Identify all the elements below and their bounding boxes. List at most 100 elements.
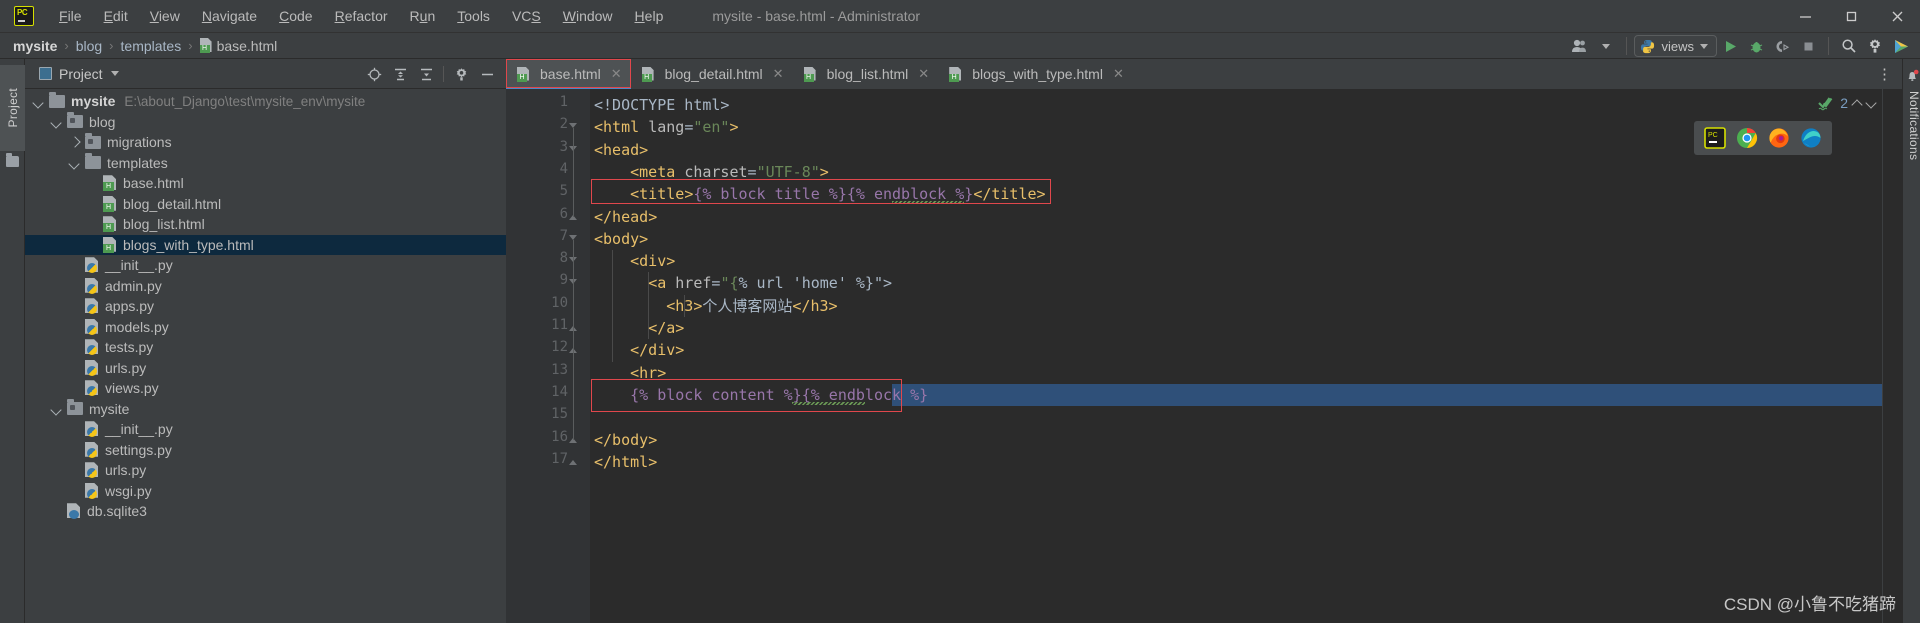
project-tree[interactable]: mysite E:\about_Django\test\mysite_env\my… <box>25 89 506 623</box>
tree-item-tests-py[interactable]: tests.py <box>25 337 506 358</box>
run-configuration-selector[interactable]: views <box>1634 35 1717 57</box>
menu-file[interactable]: File <box>48 4 93 28</box>
code-line[interactable]: <title>{% block title %}{% endblock %}</… <box>594 183 1045 205</box>
code-line[interactable]: <h3>个人博客网站</h3> <box>594 295 837 317</box>
chevron-down-icon[interactable] <box>51 403 62 414</box>
close-icon[interactable]: ✕ <box>1113 66 1124 82</box>
chevron-up-icon[interactable] <box>1853 99 1862 108</box>
code-line[interactable]: <a href="{% url 'home' %}"> <box>594 272 892 294</box>
editor-tab-blog-list-html[interactable]: blog_list.html ✕ <box>793 59 939 89</box>
tree-item-views-py[interactable]: views.py <box>25 378 506 399</box>
menu-view[interactable]: View <box>139 4 191 28</box>
menu-tools[interactable]: Tools <box>446 4 501 28</box>
chevron-down-icon[interactable] <box>110 71 119 76</box>
tree-item-db-sqlite3[interactable]: db.sqlite3 <box>25 501 506 522</box>
close-icon[interactable] <box>1874 0 1920 33</box>
collapse-all-icon[interactable] <box>413 61 439 87</box>
breadcrumb-item-0[interactable]: mysite <box>13 38 57 54</box>
close-icon[interactable]: ✕ <box>611 66 622 82</box>
chevron-down-icon[interactable] <box>33 96 44 107</box>
debug-icon[interactable] <box>1743 34 1769 58</box>
firefox-icon[interactable] <box>1768 127 1790 149</box>
breadcrumb-item-2[interactable]: templates <box>121 38 182 54</box>
code-line[interactable]: </body> <box>594 429 657 451</box>
tree-item-urls-py[interactable]: urls.py <box>25 358 506 379</box>
run-with-coverage-icon[interactable] <box>1769 34 1795 58</box>
user-account-icon[interactable] <box>1567 34 1593 58</box>
breadcrumb-item-1[interactable]: blog <box>76 38 102 54</box>
tree-item-settings-py[interactable]: settings.py <box>25 440 506 461</box>
inspection-scrollbar[interactable] <box>1882 89 1902 623</box>
tree-item-blogs-with-type-html[interactable]: blogs_with_type.html <box>25 234 506 255</box>
tree-item-templates[interactable]: templates <box>25 153 506 174</box>
expand-all-icon[interactable] <box>387 61 413 87</box>
tool-tab-project[interactable]: Project <box>0 65 25 151</box>
tree-item-blog-list-html[interactable]: blog_list.html <box>25 214 506 235</box>
user-dropdown-icon[interactable] <box>1593 34 1619 58</box>
tree-item-base-html[interactable]: base.html <box>25 173 506 194</box>
chrome-icon[interactable] <box>1736 127 1758 149</box>
code-line[interactable]: {% block content %}{% endblock %} <box>594 384 928 406</box>
select-opened-file-icon[interactable] <box>361 61 387 87</box>
tree-item--init-py[interactable]: __init__.py <box>25 255 506 276</box>
folder-icon[interactable] <box>6 153 19 167</box>
editor-tab-blogs-with-type-html[interactable]: blogs_with_type.html ✕ <box>938 59 1133 89</box>
tree-item-admin-py[interactable]: admin.py <box>25 276 506 297</box>
tree-item-mysite[interactable]: mysite <box>25 399 506 420</box>
code-content[interactable]: <!DOCTYPE html> <html lang="en"> <head> <m… <box>590 89 1902 623</box>
stop-icon[interactable] <box>1795 34 1821 58</box>
minimize-icon[interactable] <box>1782 0 1828 33</box>
pycharm-browser-icon[interactable]: PC <box>1704 127 1726 149</box>
tree-item-migrations[interactable]: migrations <box>25 132 506 153</box>
run-icon[interactable] <box>1717 34 1743 58</box>
code-line[interactable]: <head> <box>594 139 648 161</box>
ide-updates-icon[interactable] <box>1888 34 1914 58</box>
search-icon[interactable] <box>1836 34 1862 58</box>
code-line[interactable]: <body> <box>594 228 648 250</box>
tree-item-blog[interactable]: blog <box>25 112 506 133</box>
code-line[interactable]: <hr> <box>594 362 666 384</box>
tree-item-apps-py[interactable]: apps.py <box>25 296 506 317</box>
menu-edit[interactable]: Edit <box>93 4 139 28</box>
menu-navigate[interactable]: Navigate <box>191 4 268 28</box>
code-line[interactable]: <div> <box>594 250 675 272</box>
notifications-label[interactable]: Notifications <box>1903 91 1920 160</box>
code-editor[interactable]: 1 2 3 4 5 6 7 8 9 10 11 12 13 14 15 16 17 <!DOCTYPE html… <box>506 89 1902 623</box>
hide-panel-icon[interactable] <box>474 61 500 87</box>
close-icon[interactable]: ✕ <box>773 66 784 82</box>
code-line[interactable]: </html> <box>594 451 657 473</box>
chevron-down-icon[interactable] <box>51 116 62 127</box>
code-line[interactable]: <html lang="en"> <box>594 116 739 138</box>
menu-vcs[interactable]: VCS <box>501 4 552 28</box>
code-line[interactable]: </a> <box>594 317 684 339</box>
menu-code[interactable]: Code <box>268 4 323 28</box>
code-fold-handle[interactable] <box>568 456 579 467</box>
tree-item-wsgi-py[interactable]: wsgi.py <box>25 481 506 502</box>
chevron-right-icon[interactable] <box>69 137 80 148</box>
menu-run[interactable]: Run <box>399 4 447 28</box>
tree-item-models-py[interactable]: models.py <box>25 317 506 338</box>
chevron-down-icon[interactable] <box>69 157 80 168</box>
code-line[interactable]: <meta charset="UTF-8"> <box>594 161 829 183</box>
breadcrumb-item-3[interactable]: base.html <box>217 38 278 54</box>
menu-window[interactable]: Window <box>552 4 624 28</box>
edge-icon[interactable] <box>1800 127 1822 149</box>
menu-help[interactable]: Help <box>624 4 675 28</box>
notifications-bell-icon[interactable] <box>1906 69 1919 82</box>
code-line[interactable]: </div> <box>594 339 684 361</box>
code-line[interactable]: </head> <box>594 206 657 228</box>
maximize-icon[interactable] <box>1828 0 1874 33</box>
tree-item--init-py[interactable]: __init__.py <box>25 419 506 440</box>
code-line[interactable]: <!DOCTYPE html> <box>594 94 729 116</box>
tree-item-mysite[interactable]: mysite E:\about_Django\test\mysite_env\my… <box>25 91 506 112</box>
editor-tab-blog-detail-html[interactable]: blog_detail.html ✕ <box>631 59 793 89</box>
gear-icon[interactable] <box>448 61 474 87</box>
editor-tab-base-html[interactable]: base.html ✕ <box>506 59 631 89</box>
tree-item-blog-detail-html[interactable]: blog_detail.html <box>25 194 506 215</box>
close-icon[interactable]: ✕ <box>918 66 929 82</box>
more-options-icon[interactable]: ⋮ <box>1876 59 1894 89</box>
tree-item-urls-py[interactable]: urls.py <box>25 460 506 481</box>
chevron-down-icon[interactable] <box>1867 99 1876 108</box>
gear-icon[interactable] <box>1862 34 1888 58</box>
menu-refactor[interactable]: Refactor <box>324 4 399 28</box>
